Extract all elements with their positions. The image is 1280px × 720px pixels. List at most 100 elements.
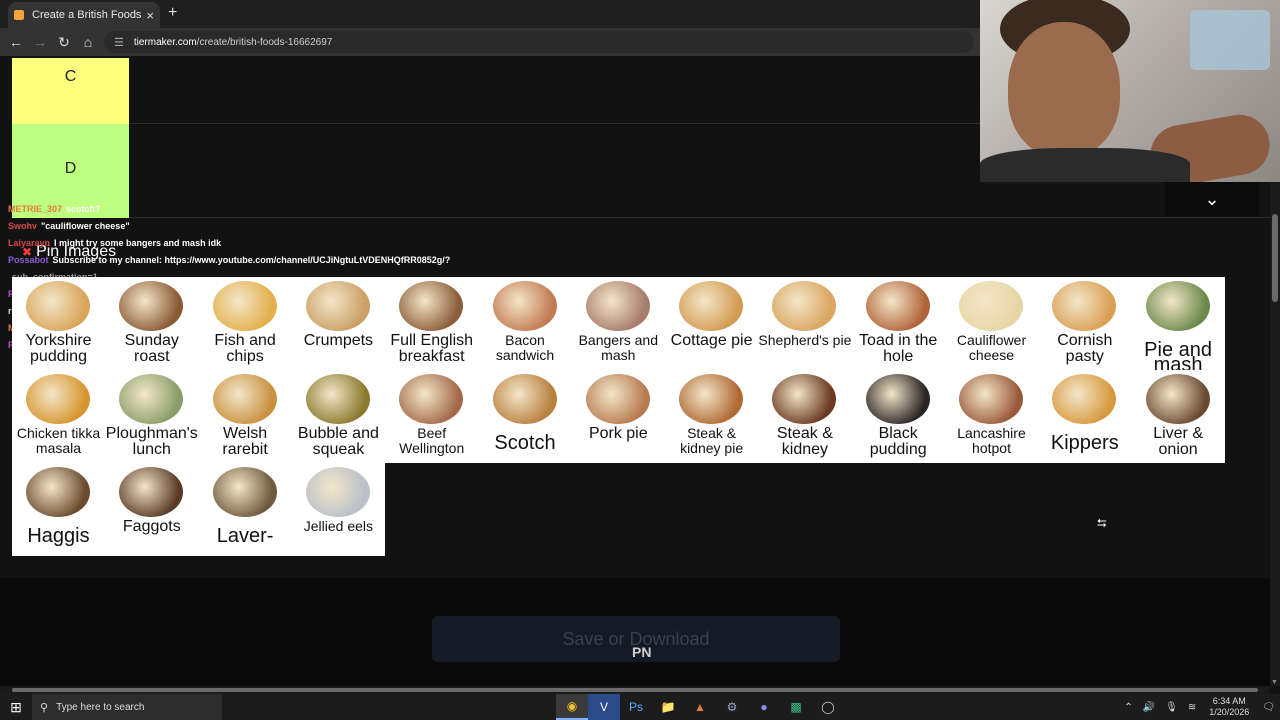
chat-username: Laiyarayn bbox=[8, 238, 51, 248]
tab-title: Create a British Foods Tier List bbox=[32, 9, 142, 21]
food-item-card[interactable]: Bacon sandwich bbox=[478, 277, 572, 370]
webcam-overlay bbox=[980, 0, 1280, 182]
food-item-card[interactable]: Jellied eels bbox=[291, 463, 385, 556]
system-tray: ⌃ 🔊 🎙 ≋ 6:34 AM 1/20/2026 🗨 bbox=[1119, 694, 1280, 720]
food-image bbox=[865, 281, 930, 331]
search-placeholder: Type here to search bbox=[56, 701, 145, 713]
food-label: Crumpets bbox=[303, 332, 374, 349]
windows-start-icon[interactable]: ⊞ bbox=[0, 699, 32, 716]
food-label: Steak & kidney pie bbox=[680, 425, 744, 456]
address-bar[interactable]: ☰ tiermaker.com/create/british-foods-166… bbox=[104, 31, 974, 53]
food-image bbox=[26, 374, 90, 424]
food-item-card[interactable]: Kippers bbox=[1038, 370, 1132, 463]
food-image bbox=[679, 281, 744, 331]
food-label: Cottage pie bbox=[670, 332, 753, 349]
vegas-icon[interactable]: V bbox=[588, 694, 620, 720]
tray-chevron-icon[interactable]: ⌃ bbox=[1124, 702, 1132, 713]
chat-message: METRIE_307 scotch? bbox=[8, 201, 568, 218]
streamer-shirt bbox=[980, 148, 1190, 182]
food-item-card[interactable]: Haggis bbox=[12, 463, 105, 556]
chrome-icon[interactable]: ◉ bbox=[556, 694, 588, 720]
food-image bbox=[1145, 281, 1210, 331]
site-info-icon[interactable]: ☰ bbox=[114, 36, 124, 49]
horizontal-scrollbar[interactable] bbox=[0, 686, 1270, 694]
food-item-card[interactable]: Laver- bbox=[198, 463, 292, 556]
food-item-card[interactable]: Steak & kidney bbox=[758, 370, 852, 463]
food-label: Pie and mash bbox=[1144, 339, 1213, 370]
food-item-card[interactable]: Liver & onion bbox=[1131, 370, 1225, 463]
photoshop-icon[interactable]: Ps bbox=[620, 694, 652, 720]
food-item-card[interactable]: Fish and chips bbox=[198, 277, 292, 370]
food-item-card[interactable]: Beef Wellington bbox=[385, 370, 479, 463]
food-item-card[interactable]: Pork pie bbox=[571, 370, 665, 463]
food-label: Full English breakfast bbox=[390, 332, 474, 365]
network-icon[interactable]: ≋ bbox=[1188, 702, 1196, 713]
food-item-card[interactable]: Ploughman's lunch bbox=[105, 370, 199, 463]
streamer-face bbox=[1008, 22, 1120, 157]
food-item-card[interactable]: Cottage pie bbox=[665, 277, 759, 370]
chat-message: Swohv "cauliflower cheese" bbox=[8, 218, 568, 235]
food-image bbox=[305, 281, 370, 331]
food-item-card[interactable]: Steak & kidney pie bbox=[665, 370, 759, 463]
steam-icon[interactable]: ⚙ bbox=[716, 694, 748, 720]
reload-icon[interactable]: ↻ bbox=[52, 34, 76, 51]
food-image bbox=[1145, 374, 1210, 424]
food-item-card[interactable]: Faggots bbox=[105, 463, 199, 556]
food-image bbox=[865, 374, 930, 424]
food-item-card[interactable]: Cornish pasty bbox=[1038, 277, 1132, 370]
file-explorer-icon[interactable]: 📁 bbox=[652, 694, 684, 720]
microphone-icon[interactable]: 🎙 bbox=[1165, 702, 1178, 713]
close-tab-icon[interactable]: × bbox=[146, 8, 154, 23]
food-item-card[interactable]: Bangers and mash bbox=[571, 277, 665, 370]
food-item-card[interactable]: Welsh rarebit bbox=[198, 370, 292, 463]
chat-text: Subscribe to my channel: https://www.you… bbox=[52, 255, 451, 265]
food-label: Black pudding bbox=[869, 425, 927, 458]
chevron-down-icon[interactable]: ⌄ bbox=[1165, 182, 1259, 216]
food-label: Toad in the hole bbox=[859, 332, 938, 365]
food-item-card[interactable]: Sunday roast bbox=[105, 277, 199, 370]
chat-username: Swohv bbox=[8, 221, 38, 231]
food-label: Shepherd's pie bbox=[758, 332, 852, 348]
food-item-card[interactable]: Toad in the hole bbox=[851, 277, 945, 370]
browser-tab[interactable]: Create a British Foods Tier List × bbox=[8, 2, 160, 28]
misc-app-icon[interactable]: ◯ bbox=[812, 694, 844, 720]
food-image bbox=[492, 374, 557, 424]
discord-icon[interactable]: ● bbox=[748, 694, 780, 720]
food-image bbox=[1052, 374, 1117, 424]
food-item-card[interactable]: Pie and mash bbox=[1131, 277, 1225, 370]
food-label: Bubble and squeak bbox=[297, 425, 379, 458]
food-item-card[interactable]: Black pudding bbox=[851, 370, 945, 463]
app-icon[interactable]: ▲ bbox=[684, 694, 716, 720]
notifications-icon[interactable]: 🗨 bbox=[1262, 702, 1275, 713]
food-item-card[interactable]: Cauliflower cheese bbox=[945, 277, 1038, 370]
hscrollbar-thumb[interactable] bbox=[12, 688, 1258, 692]
food-item-card[interactable]: Bubble and squeak bbox=[291, 370, 385, 463]
food-item-card[interactable]: Yorkshire pudding bbox=[12, 277, 105, 370]
food-item-card[interactable]: Full English breakfast bbox=[385, 277, 479, 370]
new-tab-button[interactable]: + bbox=[168, 4, 177, 22]
clock-time: 6:34 AM bbox=[1212, 696, 1246, 706]
scroll-down-icon[interactable]: ▼ bbox=[1271, 679, 1278, 686]
food-image bbox=[119, 374, 184, 424]
clock[interactable]: 6:34 AM 1/20/2026 bbox=[1209, 696, 1249, 718]
scrollbar-thumb[interactable] bbox=[1272, 214, 1278, 302]
volume-icon[interactable]: 🔊 bbox=[1143, 702, 1155, 713]
back-arrow-icon[interactable]: ← bbox=[4, 34, 28, 50]
food-image bbox=[585, 281, 650, 331]
chat-app-icon[interactable]: ▩ bbox=[780, 694, 812, 720]
food-item-card[interactable]: Chicken tikka masala bbox=[12, 370, 105, 463]
tier-label-c[interactable]: C bbox=[12, 58, 129, 124]
food-item-card[interactable]: Shepherd's pie bbox=[758, 277, 852, 370]
food-label: Chicken tikka masala bbox=[16, 425, 101, 456]
food-image bbox=[26, 467, 90, 517]
home-icon[interactable]: ⌂ bbox=[76, 34, 100, 50]
taskbar-search[interactable]: ⚲ Type here to search bbox=[32, 694, 222, 720]
food-label: Bacon sandwich bbox=[495, 332, 555, 363]
food-image bbox=[492, 281, 557, 331]
food-item-card[interactable]: Lancashire hotpot bbox=[945, 370, 1038, 463]
forward-arrow-icon[interactable]: → bbox=[28, 34, 52, 50]
food-item-card[interactable]: Scotch bbox=[478, 370, 572, 463]
taskbar-apps: ◉ V Ps 📁 ▲ ⚙ ● ▩ ◯ bbox=[556, 694, 844, 720]
food-item-card[interactable]: Crumpets bbox=[291, 277, 385, 370]
save-section: Save or Download PN bbox=[0, 578, 1270, 686]
